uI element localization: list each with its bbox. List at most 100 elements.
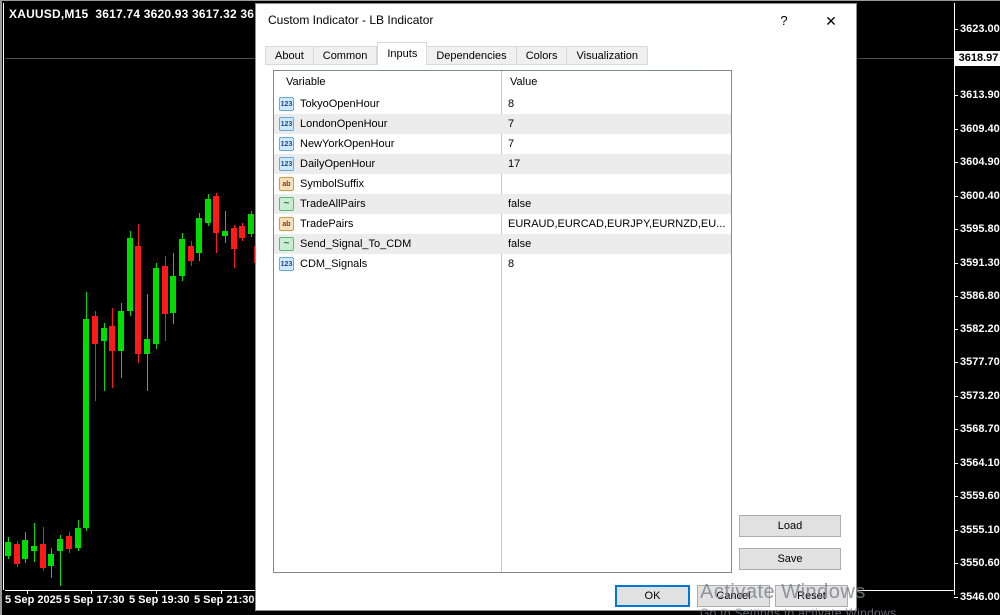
candle-body [48, 554, 54, 566]
candle-wick [34, 523, 35, 562]
price-tick-label: 3604.90 [960, 156, 1000, 168]
current-price-label: 3618.97 [955, 51, 1000, 66]
numeric-type-icon: 123 [279, 117, 294, 131]
candle-body [213, 196, 219, 233]
price-tick-mark [954, 396, 958, 397]
param-row-DailyOpenHour[interactable]: 123 DailyOpenHour 17 [274, 154, 731, 174]
save-button[interactable]: Save [739, 548, 841, 570]
ok-button[interactable]: OK [615, 585, 690, 607]
dialog-title: Custom Indicator - LB Indicator [268, 13, 434, 27]
param-row-TokyoOpenHour[interactable]: 123 TokyoOpenHour 8 [274, 94, 731, 114]
custom-indicator-dialog: Custom Indicator - LB Indicator ? ✕ Abou… [255, 3, 857, 611]
price-tick-mark [954, 429, 958, 430]
param-row-Send_Signal_To_CDM[interactable]: ~ Send_Signal_To_CDM false [274, 234, 731, 254]
tab-dependencies[interactable]: Dependencies [427, 46, 517, 65]
param-value[interactable]: 17 [508, 154, 726, 174]
price-tick-label: 3623.00 [960, 23, 1000, 35]
price-tick-label: 3555.10 [960, 524, 1000, 536]
dialog-tab-strip: About Common Inputs Dependencies Colors Visua… [265, 42, 649, 65]
param-row-NewYorkOpenHour[interactable]: 123 NewYorkOpenHour 7 [274, 134, 731, 154]
candle-body [205, 199, 211, 223]
param-name: TradePairs [300, 218, 354, 230]
param-row-TradeAllPairs[interactable]: ~ TradeAllPairs false [274, 194, 731, 214]
param-name: DailyOpenHour [300, 158, 376, 170]
load-button[interactable]: Load [739, 515, 841, 537]
string-type-icon: ab [279, 177, 294, 191]
price-tick-mark [954, 296, 958, 297]
close-icon[interactable]: ✕ [820, 10, 842, 32]
numeric-type-icon: 123 [279, 257, 294, 271]
candle-body [222, 231, 228, 236]
candle-body [196, 218, 202, 253]
candle-body [66, 536, 72, 549]
param-value[interactable]: EURAUD,EURCAD,EURJPY,EURNZD,EU... [508, 214, 726, 234]
price-tick-label: 3586.80 [960, 290, 1000, 302]
price-tick-label: 3568.70 [960, 423, 1000, 435]
param-name: SymbolSuffix [300, 178, 364, 190]
param-value[interactable]: false [508, 194, 726, 214]
tab-about[interactable]: About [265, 46, 314, 65]
param-name: CDM_Signals [300, 258, 368, 270]
time-tick-label: 5 Sep 17:30 [64, 594, 125, 606]
param-name: NewYorkOpenHour [300, 138, 395, 150]
param-row-LondonOpenHour[interactable]: 123 LondonOpenHour 7 [274, 114, 731, 134]
param-row-TradePairs[interactable]: ab TradePairs EURAUD,EURCAD,EURJPY,EURNZD,… [274, 214, 731, 234]
candle-body [170, 276, 176, 313]
price-tick-mark [954, 362, 958, 363]
candle-body [188, 246, 194, 261]
column-header-value: Value [510, 76, 538, 88]
price-tick-label: 3550.60 [960, 557, 1000, 569]
candle-body [5, 542, 11, 556]
cancel-button[interactable]: Cancel [697, 585, 770, 607]
price-tick-label: 3564.10 [960, 457, 1000, 469]
tab-colors[interactable]: Colors [516, 46, 568, 65]
param-value[interactable]: 7 [508, 114, 726, 134]
price-tick-mark [954, 563, 958, 564]
tab-common[interactable]: Common [313, 46, 378, 65]
time-tick-label: 5 Sep 19:30 [129, 594, 190, 606]
string-type-icon: ab [279, 217, 294, 231]
param-row-SymbolSuffix[interactable]: ab SymbolSuffix [274, 174, 731, 194]
reset-button[interactable]: Reset [775, 585, 848, 607]
price-tick-label: 3582.20 [960, 323, 1000, 335]
tab-inputs[interactable]: Inputs [377, 42, 428, 65]
param-value[interactable]: 8 [508, 94, 726, 114]
candle-body [135, 246, 141, 354]
candle-body [75, 528, 81, 548]
help-button[interactable]: ? [774, 11, 794, 31]
price-tick-label: 3595.80 [960, 223, 1000, 235]
price-tick-label: 3559.60 [960, 490, 1000, 502]
candle-body [118, 311, 124, 351]
candle-body [57, 539, 63, 551]
bool-type-icon: ~ [279, 237, 294, 251]
bool-type-icon: ~ [279, 197, 294, 211]
table-header: Variable Value [274, 71, 731, 94]
candle-body [109, 326, 115, 351]
price-tick-mark [954, 162, 958, 163]
candle-body [162, 266, 168, 314]
param-value[interactable]: false [508, 234, 726, 254]
numeric-type-icon: 123 [279, 157, 294, 171]
candle-body [239, 226, 245, 238]
param-value[interactable]: 7 [508, 134, 726, 154]
candle-body [144, 339, 150, 354]
dialog-titlebar[interactable]: Custom Indicator - LB Indicator ? ✕ [256, 4, 856, 36]
numeric-type-icon: 123 [279, 97, 294, 111]
price-tick-mark [954, 196, 958, 197]
price-tick-label: 3573.20 [960, 390, 1000, 402]
candle-body [231, 228, 237, 249]
param-name: Send_Signal_To_CDM [300, 238, 412, 250]
param-name: TokyoOpenHour [300, 98, 380, 110]
candle-body [14, 544, 20, 564]
price-tick-mark [954, 463, 958, 464]
price-tick-mark [954, 263, 958, 264]
candle-body [101, 328, 107, 341]
price-tick-mark [954, 597, 958, 598]
param-value[interactable]: 8 [508, 254, 726, 274]
candle-body [153, 268, 159, 344]
inputs-table: Variable Value 123 TokyoOpenHour 8 123 Londo… [273, 70, 732, 573]
tab-visualization[interactable]: Visualization [567, 46, 649, 65]
param-name: TradeAllPairs [300, 198, 366, 210]
param-row-CDM_Signals[interactable]: 123 CDM_Signals 8 [274, 254, 731, 274]
price-tick-label: 3577.70 [960, 356, 1000, 368]
